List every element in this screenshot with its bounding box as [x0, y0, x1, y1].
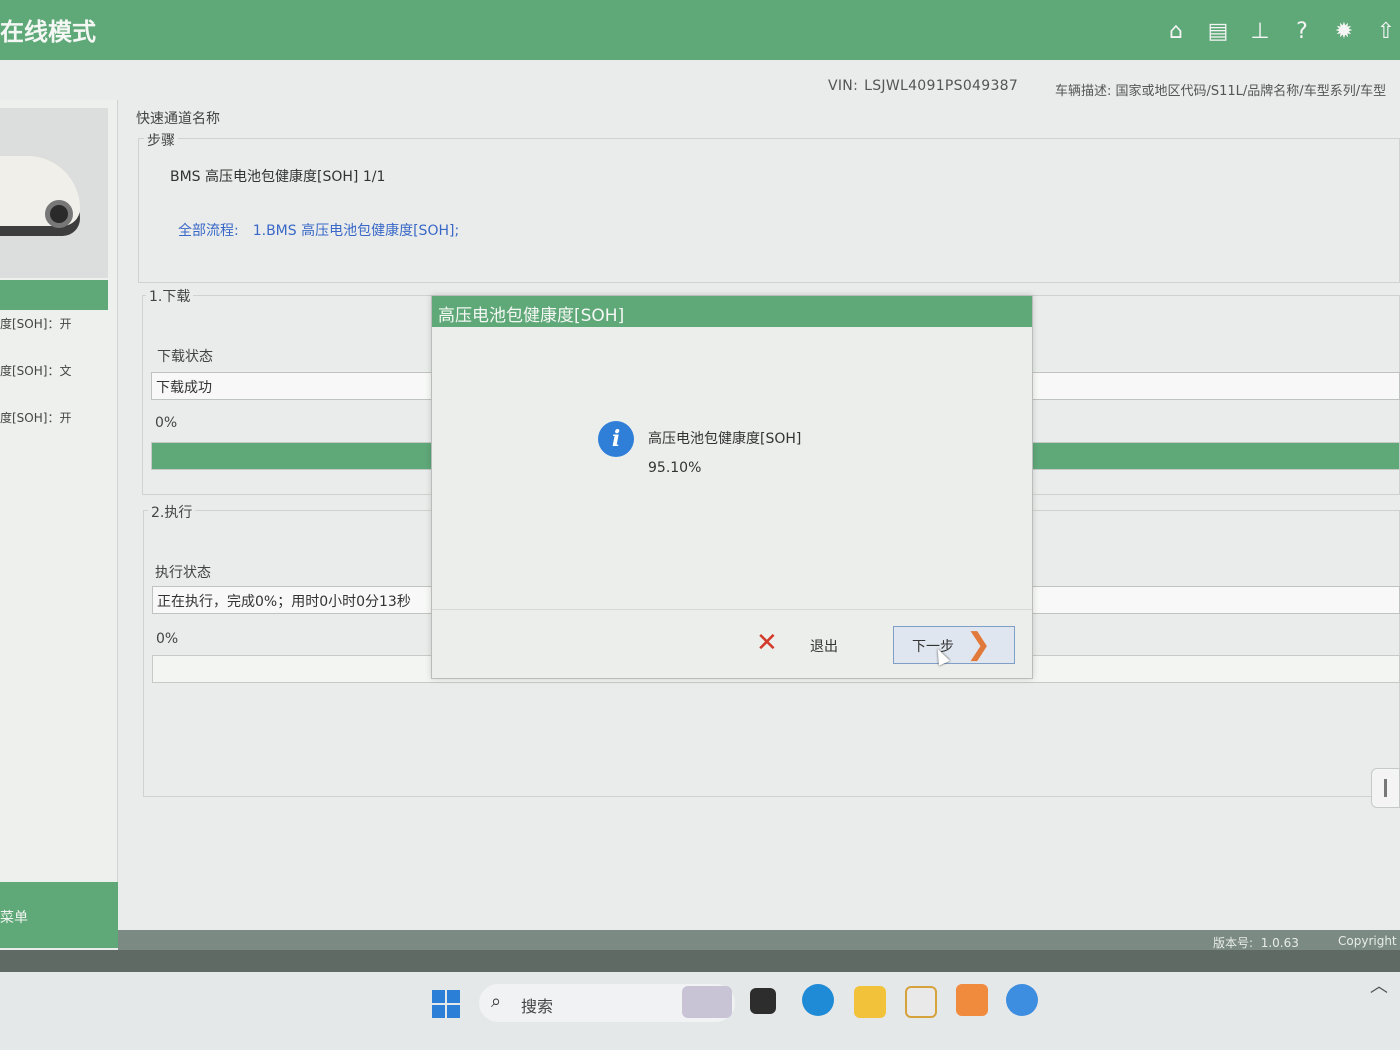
exit-button[interactable]: ✕ 退出 — [752, 626, 852, 664]
all-flow: 全部流程: 1.BMS 高压电池包健康度[SOH]; — [178, 220, 459, 240]
task-view-icon[interactable] — [750, 988, 776, 1014]
vin-label: VIN: — [828, 78, 859, 94]
dialog-title: 高压电池包健康度[SOH] — [432, 296, 1032, 327]
network-icon[interactable]: ⊥ — [1246, 18, 1274, 46]
sidebar-item-1[interactable]: 度[SOH]：开 — [0, 315, 71, 332]
vin-display: VIN: LSJWL4091PS049387 — [828, 78, 1018, 94]
title-bar: 在线模式 ⌂ ▤ ⊥ ? ✹ ⇧ — [0, 0, 1400, 60]
step-title: BMS 高压电池包健康度[SOH] 1/1 — [170, 169, 386, 185]
execute-legend: 2.执行 — [148, 502, 196, 522]
version-info: 版本号: 1.0.63 — [1213, 934, 1299, 951]
steps-panel — [138, 138, 1400, 283]
download-status-label: 下载状态 — [157, 349, 213, 365]
next-button[interactable]: 下一步 ❯ — [893, 626, 1015, 664]
all-flow-label: 全部流程: — [178, 223, 239, 239]
blue-app-icon[interactable] — [1006, 984, 1038, 1016]
version-value: 1.0.63 — [1260, 936, 1299, 950]
side-scroll-handle[interactable] — [1371, 768, 1400, 808]
all-flow-link[interactable]: 1.BMS 高压电池包健康度[SOH]; — [253, 223, 459, 239]
windows-start-icon[interactable] — [432, 990, 460, 1018]
file-explorer-icon[interactable] — [854, 986, 886, 1018]
info-icon: i — [598, 421, 634, 457]
exit-label: 退出 — [810, 639, 838, 655]
vehicle-image — [0, 108, 108, 278]
execute-percent: 0% — [156, 631, 179, 647]
search-icon: ⌕ — [491, 991, 502, 1012]
orange-app-icon[interactable] — [956, 984, 988, 1016]
sidebar-item-3[interactable]: 度[SOH]：开 — [0, 409, 71, 426]
sidebar: 度[SOH]：开 度[SOH]：文 度[SOH]：开 菜单 — [0, 100, 118, 948]
lavender-widget-icon[interactable] — [682, 986, 732, 1018]
close-icon: ✕ — [756, 628, 778, 658]
help-icon[interactable]: ? — [1288, 18, 1316, 46]
sidebar-header — [0, 280, 108, 310]
menu-button[interactable]: 菜单 — [0, 882, 118, 948]
copyright-text: Copyright — [1338, 934, 1397, 948]
vin-value: LSJWL4091PS049387 — [864, 78, 1019, 94]
chevron-right-icon: ❯ — [966, 627, 992, 662]
soh-dialog: 高压电池包健康度[SOH] i 高压电池包健康度[SOH] 95.10% ✕ 退… — [431, 295, 1033, 679]
window-bottom-edge — [0, 950, 1400, 972]
edge-browser-icon[interactable] — [802, 984, 834, 1016]
dialog-divider — [432, 609, 1032, 610]
menu-label: 菜单 — [0, 910, 28, 926]
dialog-message-value: 95.10% — [648, 460, 702, 476]
home-icon[interactable]: ⌂ — [1162, 18, 1190, 46]
save-icon[interactable]: ▤ — [1204, 18, 1232, 46]
sidebar-item-2[interactable]: 度[SOH]：文 — [0, 362, 71, 379]
quick-channel-label: 快速通道名称 — [136, 111, 220, 127]
upload-icon[interactable]: ⇧ — [1372, 18, 1400, 46]
chevron-up-icon[interactable]: ︿ — [1370, 972, 1388, 998]
gear-icon[interactable]: ✹ — [1330, 18, 1358, 46]
diagnostic-app-icon[interactable] — [905, 986, 937, 1018]
app-title: 在线模式 — [0, 18, 96, 46]
download-legend: 1.下载 — [146, 286, 194, 306]
execute-status-label: 执行状态 — [155, 565, 211, 581]
search-placeholder: 搜索 — [521, 997, 554, 1016]
steps-legend: 步骤 — [144, 130, 178, 150]
download-percent: 0% — [155, 415, 178, 431]
version-label: 版本号: — [1213, 936, 1254, 950]
status-footer — [118, 930, 1400, 952]
toolbar: ⌂ ▤ ⊥ ? ✹ ⇧ — [1162, 18, 1400, 46]
dialog-message-title: 高压电池包健康度[SOH] — [648, 431, 802, 447]
vehicle-description: 车辆描述: 国家或地区代码/S11L/品牌名称/车型系列/车型 — [1055, 84, 1387, 99]
